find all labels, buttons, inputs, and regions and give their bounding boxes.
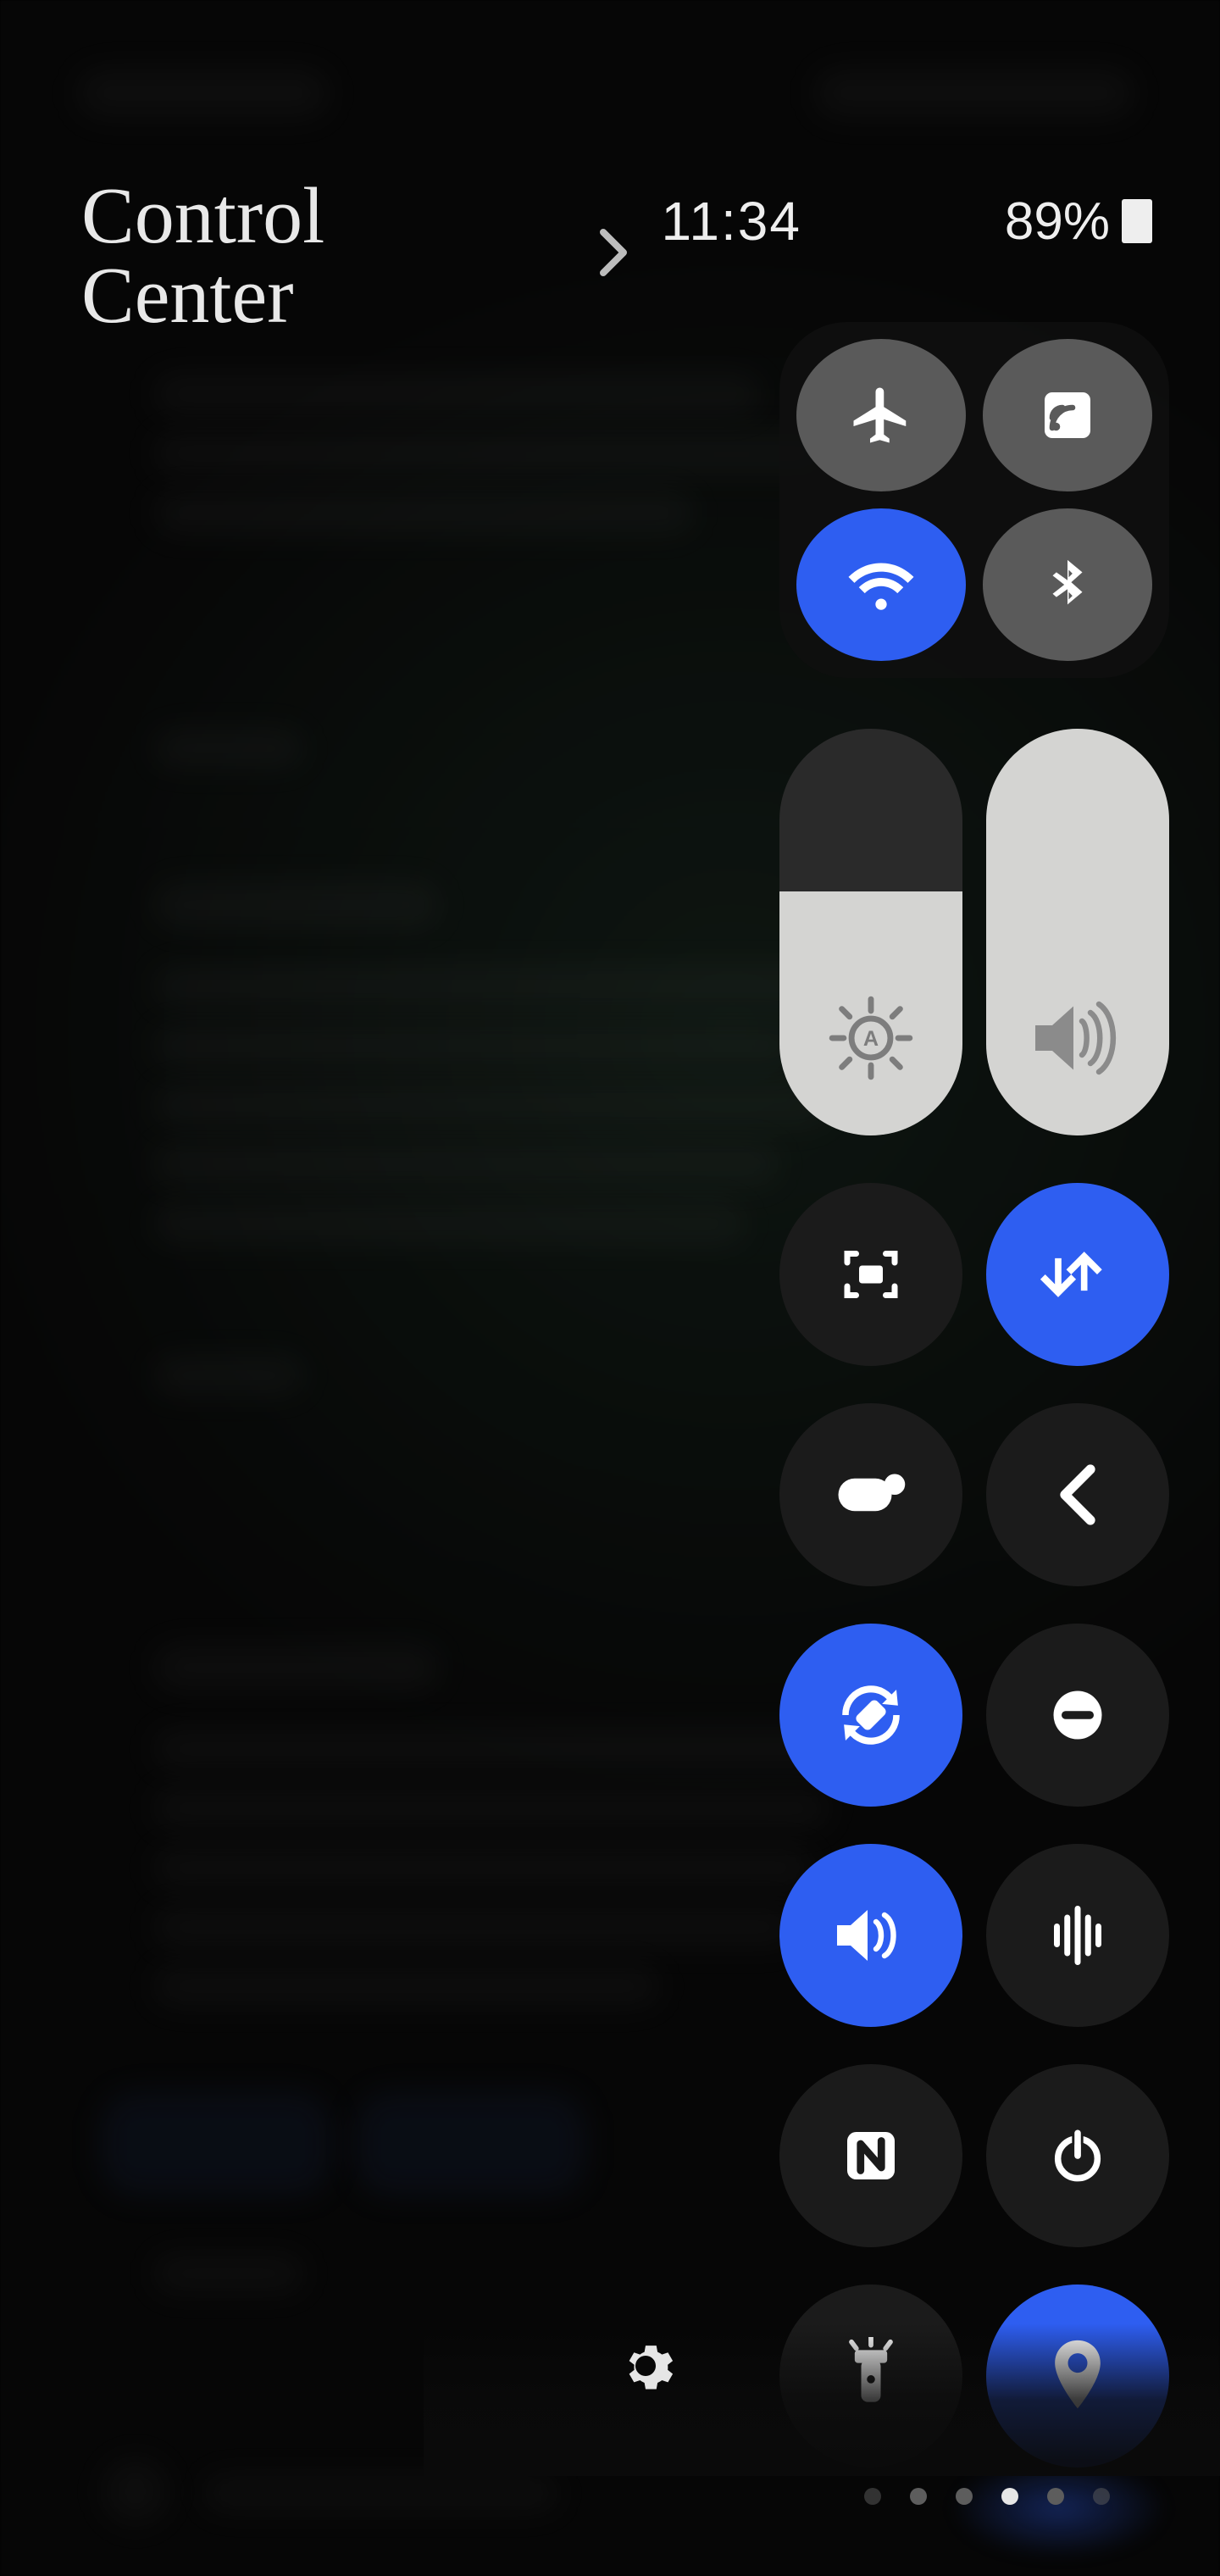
- sound-icon: [830, 1898, 912, 1973]
- page-indicator: [864, 2488, 1110, 2505]
- location-toggle[interactable]: [986, 2285, 1169, 2468]
- power-button[interactable]: [986, 2064, 1169, 2247]
- nfc-icon: [835, 2120, 907, 2191]
- wifi-icon: [846, 549, 917, 620]
- pager-dot[interactable]: [1093, 2488, 1110, 2505]
- title-line2: Center: [81, 256, 324, 336]
- airplane-icon: [848, 382, 914, 448]
- connectivity-group: [779, 322, 1169, 678]
- sound-toggle[interactable]: [779, 1844, 962, 2027]
- pager-dot[interactable]: [864, 2488, 881, 2505]
- mobile-data-toggle[interactable]: [986, 1183, 1169, 1366]
- slider-row: A: [762, 729, 1169, 1135]
- title-line1: Control: [81, 176, 324, 256]
- nfc-toggle[interactable]: [779, 2064, 962, 2247]
- flashlight-toggle[interactable]: [779, 2285, 962, 2468]
- rotate-icon: [833, 1677, 909, 1753]
- chevron-right-icon[interactable]: [593, 225, 634, 280]
- auto-brightness-icon: A: [779, 991, 962, 1085]
- airplane-mode-toggle[interactable]: [796, 339, 966, 491]
- cast-icon: [1037, 385, 1098, 446]
- back-button[interactable]: [986, 1403, 1169, 1586]
- bluetooth-icon: [1038, 555, 1097, 614]
- screen-cast-toggle[interactable]: [983, 339, 1152, 491]
- dnd-icon: [1045, 1683, 1110, 1747]
- quick-tiles: [762, 1183, 1169, 2468]
- camera-toggle[interactable]: [779, 1403, 962, 1586]
- equalizer-icon: [1042, 1900, 1113, 1971]
- control-center-title: Control Center: [81, 176, 324, 336]
- wifi-toggle[interactable]: [796, 508, 966, 661]
- pager-dot-active[interactable]: [1001, 2488, 1018, 2505]
- battery-icon: [1122, 199, 1152, 243]
- pager-dot[interactable]: [956, 2488, 973, 2505]
- settings-button[interactable]: [615, 2335, 676, 2396]
- auto-rotate-toggle[interactable]: [779, 1624, 962, 1807]
- flashlight-icon: [835, 2337, 907, 2415]
- power-icon: [1044, 2122, 1112, 2190]
- pager-dot[interactable]: [1047, 2488, 1064, 2505]
- volume-slider[interactable]: [986, 729, 1169, 1135]
- pager-dot[interactable]: [910, 2488, 927, 2505]
- sound-mode-button[interactable]: [986, 1844, 1169, 2027]
- chevron-left-icon: [1051, 1461, 1105, 1529]
- bottom-glow: [949, 2457, 1169, 2559]
- svg-text:A: A: [863, 1027, 879, 1051]
- screenshot-icon: [835, 1239, 907, 1310]
- battery-text: 89%: [1005, 192, 1110, 252]
- gear-icon: [615, 2335, 676, 2396]
- brightness-slider[interactable]: A: [779, 729, 962, 1135]
- bluetooth-toggle[interactable]: [983, 508, 1152, 661]
- location-pin-icon: [1045, 2337, 1111, 2415]
- screenshot-button[interactable]: [779, 1183, 962, 1366]
- toggle-dot-icon: [835, 1469, 907, 1520]
- control-panel: A: [762, 322, 1169, 2468]
- status-bar: 11:34 89%: [662, 190, 1153, 253]
- data-arrows-icon: [1039, 1235, 1117, 1313]
- status-time: 11:34: [662, 190, 801, 253]
- status-battery: 89%: [1005, 192, 1152, 252]
- volume-icon: [986, 991, 1169, 1085]
- do-not-disturb-toggle[interactable]: [986, 1624, 1169, 1807]
